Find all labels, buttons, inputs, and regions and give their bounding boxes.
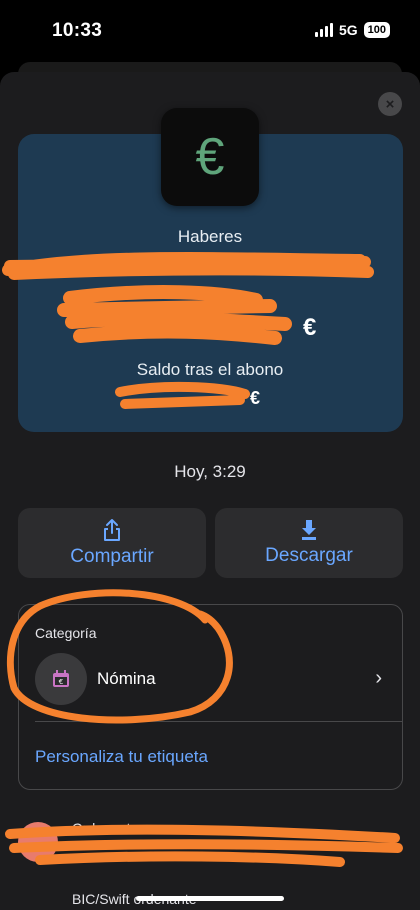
status-bar: 10:33 5G 100 [0, 0, 420, 60]
signal-icon [314, 23, 333, 37]
saldo-label: Saldo tras el abono [136, 360, 284, 379]
network-type: 5G [338, 22, 358, 38]
close-button[interactable]: × [378, 92, 402, 116]
euro-symbol: € [195, 128, 225, 186]
haberes-label: Haberes [177, 227, 243, 246]
transaction-date: Hoy, 3:29 [174, 462, 246, 481]
battery-icon: 100 [363, 22, 390, 38]
status-indicators: 5G 100 [314, 22, 390, 38]
home-indicator[interactable] [136, 896, 284, 901]
saldo-currency: € [250, 388, 261, 408]
status-time: 10:33 [52, 20, 103, 41]
download-label: Descargar [265, 545, 353, 566]
euro-icon: € [161, 108, 259, 206]
redaction-scribble [2, 252, 374, 409]
share-label: Compartir [70, 546, 154, 567]
customize-label-link[interactable]: Personaliza tu etiqueta [35, 747, 208, 767]
chevron-right-icon[interactable]: › [375, 667, 382, 690]
download-button[interactable]: Descargar [215, 508, 403, 578]
share-button[interactable]: Compartir [18, 508, 206, 578]
share-icon [104, 519, 120, 541]
highlight-circle [6, 589, 233, 724]
amount-currency: € [303, 314, 317, 341]
close-icon: × [385, 95, 395, 113]
download-icon [302, 520, 316, 540]
redaction-scribble-ordenante [5, 824, 403, 867]
